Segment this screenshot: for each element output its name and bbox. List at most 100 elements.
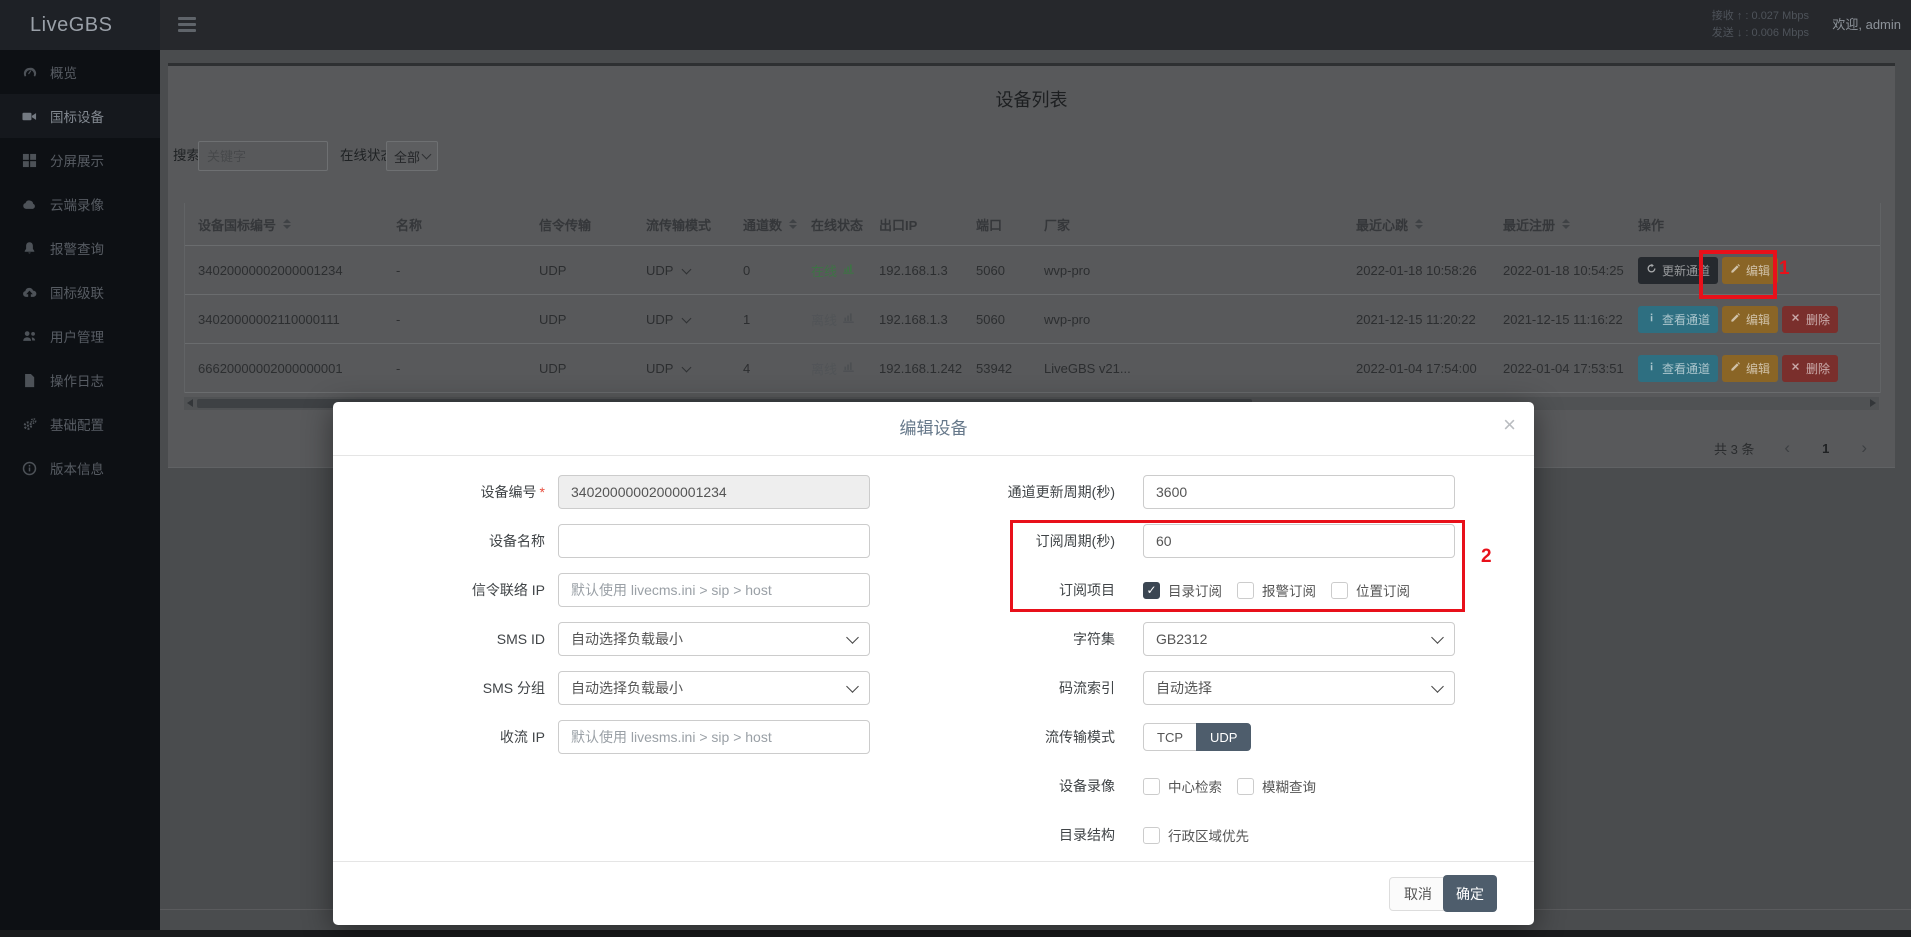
- sidebar-item-user-mgmt[interactable]: 用户管理: [0, 314, 160, 358]
- select-value: 自动选择: [1156, 678, 1212, 698]
- prev-page-button[interactable]: ‹: [1778, 438, 1796, 458]
- select-value: 自动选择负载最小: [571, 678, 683, 698]
- channel-update-period-input[interactable]: [1143, 475, 1455, 509]
- edit-button[interactable]: 编辑: [1722, 306, 1778, 333]
- cell-transport: UDP: [539, 246, 566, 294]
- column-label: 通道数: [743, 215, 782, 234]
- cell-stream-mode[interactable]: UDP: [646, 295, 690, 343]
- update-button[interactable]: 更新通道: [1638, 257, 1718, 284]
- cell-channels: 1: [743, 295, 750, 343]
- checkbox-label: 目录订阅: [1168, 580, 1222, 600]
- cell-device-id: 34020000002110000111: [198, 295, 340, 343]
- confirm-button[interactable]: 确定: [1443, 875, 1497, 912]
- sort-icon[interactable]: [1562, 219, 1570, 230]
- checkbox-unchecked[interactable]: [1331, 582, 1348, 599]
- subscribe-period-input[interactable]: [1143, 524, 1455, 558]
- form-row-subscribe-items: 订阅项目✓目录订阅报警订阅位置订阅: [943, 573, 1528, 607]
- refresh-icon: [1646, 263, 1657, 277]
- label-text: SMS 分组: [483, 680, 545, 696]
- column-header-channels[interactable]: 通道数: [743, 203, 797, 245]
- checkbox-unchecked[interactable]: [1237, 778, 1254, 795]
- sidebar-item-cloud-record[interactable]: 云端录像: [0, 182, 160, 226]
- charset-select[interactable]: GB2312: [1143, 622, 1455, 656]
- checkbox-unchecked[interactable]: [1143, 778, 1160, 795]
- stream-index-select[interactable]: 自动选择: [1143, 671, 1455, 705]
- cancel-button[interactable]: 取消: [1389, 877, 1447, 911]
- recv-stream-ip-input[interactable]: [558, 720, 870, 754]
- cell-transport: UDP: [539, 344, 566, 392]
- sort-icon[interactable]: [1415, 219, 1423, 230]
- close-icon[interactable]: ×: [1503, 414, 1516, 436]
- camera-icon: [22, 109, 37, 124]
- bar-chart-icon[interactable]: [842, 311, 855, 327]
- column-header-vendor: 厂家: [1044, 203, 1070, 245]
- field-label-recv-stream-ip: 收流 IP: [333, 727, 545, 747]
- sms-id-select[interactable]: 自动选择负载最小: [558, 622, 870, 656]
- form-row-stream-transport-mode: 流传输模式TCPUDP: [943, 720, 1528, 754]
- form-row-sms-id: SMS ID自动选择负载最小: [333, 622, 908, 656]
- column-header-heartbeat[interactable]: 最近心跳: [1356, 203, 1423, 245]
- catalog-structure-group: 行政区域优先: [1143, 825, 1264, 845]
- chevron-down-icon[interactable]: [682, 264, 692, 274]
- cell-transport: UDP: [539, 295, 566, 343]
- column-header-device_id[interactable]: 设备国标编号: [198, 203, 291, 245]
- delete-button[interactable]: 删除: [1782, 306, 1838, 333]
- sort-icon[interactable]: [789, 219, 797, 230]
- toggle-option-tcp[interactable]: TCP: [1143, 723, 1197, 751]
- column-label: 设备国标编号: [198, 215, 276, 234]
- online-status-select[interactable]: 全部: [386, 141, 438, 171]
- cell-device-id: 66620000002000000001: [198, 344, 343, 392]
- sidebar-item-split-screen[interactable]: 分屏展示: [0, 138, 160, 182]
- bar-chart-icon[interactable]: [842, 360, 855, 376]
- cell-stream-mode[interactable]: UDP: [646, 344, 690, 392]
- chevron-down-icon[interactable]: [682, 313, 692, 323]
- cell-stream-mode[interactable]: UDP: [646, 246, 690, 294]
- scroll-left-icon[interactable]: [187, 399, 193, 407]
- chevron-down-icon[interactable]: [682, 362, 692, 372]
- label-text: 收流 IP: [500, 729, 545, 745]
- sidebar-item-basic-config[interactable]: 基础配置: [0, 402, 160, 446]
- chevron-down-icon: [422, 150, 432, 160]
- info-small-icon: [1646, 361, 1657, 375]
- bar-chart-icon[interactable]: [842, 262, 855, 278]
- chevron-down-icon: [846, 680, 859, 693]
- sidebar-item-label: 用户管理: [50, 326, 104, 346]
- chevron-down-icon: [846, 631, 859, 644]
- checkbox-unchecked[interactable]: [1237, 582, 1254, 599]
- menu-toggle-icon[interactable]: [178, 17, 196, 20]
- sidebar-item-overview[interactable]: 概览: [0, 50, 160, 94]
- sort-icon[interactable]: [283, 219, 291, 230]
- toggle-option-udp[interactable]: UDP: [1196, 723, 1251, 751]
- cell-name: -: [396, 344, 400, 392]
- sidebar-item-gb-cascade[interactable]: 国标级联: [0, 270, 160, 314]
- scroll-right-icon[interactable]: [1870, 399, 1876, 407]
- pencil-icon: [1730, 312, 1741, 326]
- column-label: 名称: [396, 215, 422, 234]
- sidebar-item-alarm-query[interactable]: 报警查询: [0, 226, 160, 270]
- view-button[interactable]: 查看通道: [1638, 355, 1718, 382]
- device-name-input[interactable]: [558, 524, 870, 558]
- sidebar-item-version-info[interactable]: 版本信息: [0, 446, 160, 490]
- search-input[interactable]: [198, 141, 328, 171]
- welcome-user[interactable]: 欢迎, admin: [1832, 0, 1901, 50]
- sms-group-select[interactable]: 自动选择负载最小: [558, 671, 870, 705]
- next-page-button[interactable]: ›: [1855, 438, 1873, 458]
- table-header: 设备国标编号名称信令传输流传输模式通道数在线状态出口IP端口厂家最近心跳最近注册…: [185, 203, 1880, 246]
- edit-button[interactable]: 编辑: [1722, 257, 1778, 284]
- form-row-stream-index: 码流索引自动选择: [943, 671, 1528, 705]
- sidebar: LiveGBS 概览国标设备分屏展示云端录像报警查询国标级联用户管理操作日志基础…: [0, 0, 160, 930]
- form-row-sms-group: SMS 分组 自动选择负载最小: [333, 671, 908, 705]
- sidebar-item-label: 概览: [50, 62, 77, 82]
- label-text: 订阅项目: [1059, 582, 1115, 598]
- column-header-registered[interactable]: 最近注册: [1503, 203, 1570, 245]
- sip-contact-ip-input[interactable]: [558, 573, 870, 607]
- current-page[interactable]: 1: [1822, 441, 1829, 456]
- checkbox-checked[interactable]: ✓: [1143, 582, 1160, 599]
- column-label: 在线状态: [811, 215, 863, 234]
- edit-button[interactable]: 编辑: [1722, 355, 1778, 382]
- view-button[interactable]: 查看通道: [1638, 306, 1718, 333]
- checkbox-unchecked[interactable]: [1143, 827, 1160, 844]
- sidebar-item-op-log[interactable]: 操作日志: [0, 358, 160, 402]
- delete-button[interactable]: 删除: [1782, 355, 1838, 382]
- sidebar-item-gb-devices[interactable]: 国标设备: [0, 94, 160, 138]
